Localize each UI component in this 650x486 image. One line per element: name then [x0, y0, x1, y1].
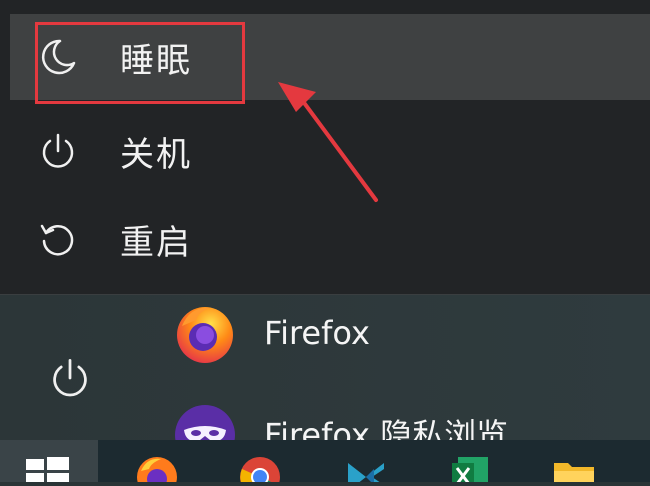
taskbar-firefox[interactable]: [135, 455, 179, 482]
restart-menu-item[interactable]: 重启: [10, 196, 650, 282]
chrome-icon: [240, 457, 280, 482]
windows-start-icon: [26, 457, 69, 482]
windows-start-button[interactable]: [0, 440, 98, 482]
power-icon: [42, 133, 74, 168]
start-power-button[interactable]: [40, 348, 100, 408]
taskbar-chrome[interactable]: [238, 455, 282, 482]
taskbar-visual-studio[interactable]: [344, 455, 388, 482]
highlight-box: [35, 22, 245, 104]
restart-icon: [40, 224, 74, 256]
power-icon: [53, 359, 87, 397]
shutdown-label: 关机: [120, 134, 192, 175]
app-firefox[interactable]: Firefox: [172, 298, 370, 368]
app-firefox-label: Firefox: [264, 314, 370, 352]
taskbar-excel[interactable]: [448, 455, 492, 482]
shutdown-menu-item[interactable]: 关机: [10, 108, 650, 194]
file-explorer-icon: [554, 463, 594, 482]
visual-studio-icon: [348, 463, 384, 482]
firefox-icon: [137, 457, 177, 482]
excel-icon: [452, 457, 488, 482]
taskbar-file-explorer[interactable]: [552, 455, 596, 482]
firefox-icon: [177, 307, 233, 363]
restart-label: 重启: [120, 222, 192, 263]
